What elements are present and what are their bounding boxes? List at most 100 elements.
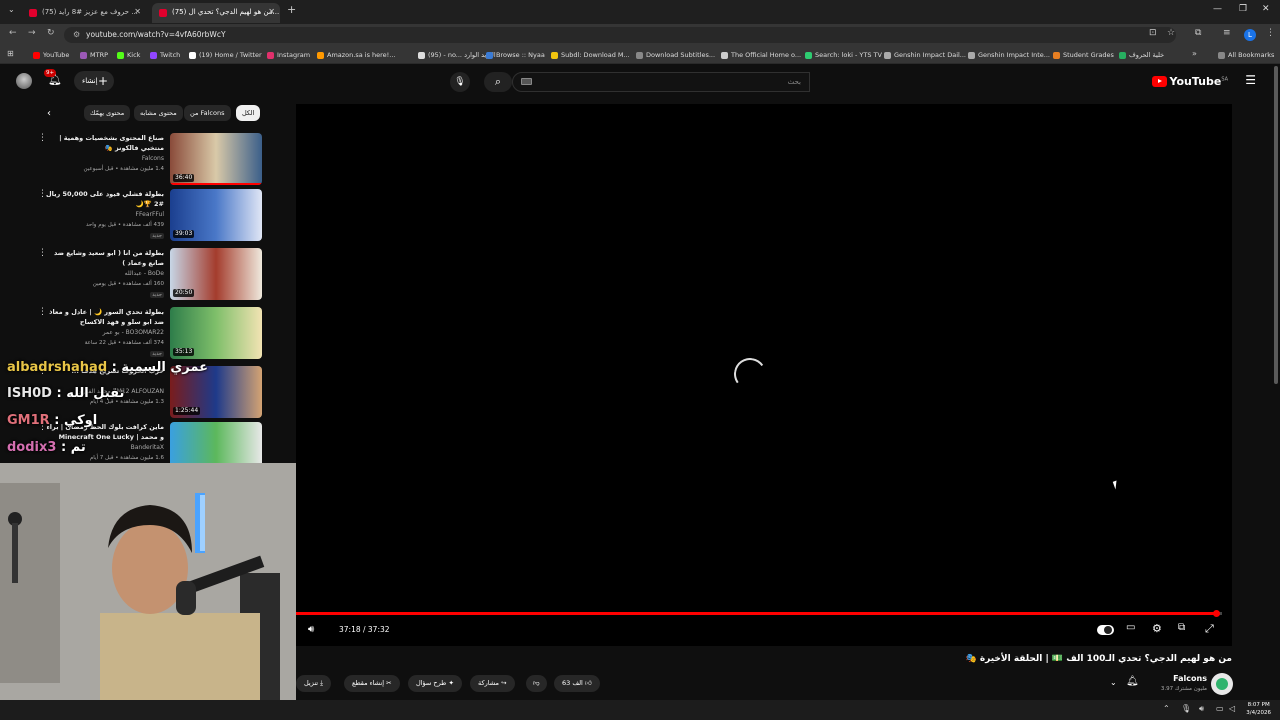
bookmark-item[interactable]: Student Grades (1053, 49, 1114, 61)
bookmark-item[interactable]: Browse :: Nyaa (486, 49, 545, 61)
bookmark-item[interactable]: Instagram (267, 49, 310, 61)
progress-bar[interactable] (296, 610, 1222, 617)
search-input[interactable]: بحث (512, 72, 810, 92)
apps-icon[interactable]: ⊞ (7, 49, 14, 58)
notifications-button[interactable]: 🔔︎ 9+ (44, 69, 62, 86)
maximize-icon[interactable]: ❐ (1239, 4, 1247, 14)
subtitles-icon[interactable]: ▭ (1126, 622, 1135, 633)
chip-related[interactable]: محتوى مشابه (134, 105, 183, 121)
like-button[interactable]: 63 الف 👍︎ (554, 675, 600, 692)
close-tab-icon[interactable]: ✕ (268, 3, 275, 21)
forward-icon[interactable]: → (28, 28, 36, 38)
volume-icon[interactable]: 🔊︎ (308, 624, 314, 635)
bookmark-item[interactable]: Amazon.sa is here!... (317, 49, 395, 61)
back-icon[interactable]: ← (9, 28, 17, 38)
minimize-icon[interactable]: — (1213, 4, 1222, 14)
autoplay-toggle[interactable] (1097, 625, 1114, 635)
more-bookmarks-icon[interactable]: » (1192, 49, 1197, 58)
fullscreen-icon[interactable]: ⤢ (1205, 622, 1214, 636)
bookmark-item[interactable]: The Official Home o... (721, 49, 801, 61)
close-window-icon[interactable]: ✕ (1262, 4, 1270, 14)
bookmark-item[interactable]: Search: loki - YTS TV (805, 49, 882, 61)
chip-all[interactable]: الكل (236, 105, 261, 121)
channel-name[interactable]: BoDe - عبدالله (125, 270, 164, 277)
ask-button[interactable]: طرح سؤال ✦ (408, 675, 462, 692)
channel-name[interactable]: FFearFFul (136, 211, 164, 218)
bookmark-item[interactable]: (19) Home / Twitter (189, 49, 262, 61)
bookmark-item[interactable]: Download Subtitles... (636, 49, 715, 61)
url-input[interactable]: ⚙ youtube.com/watch?v=4vfA60rbWcY (64, 27, 1176, 43)
settings-gear-icon[interactable]: ⚙ (1152, 622, 1162, 635)
keyboard-icon[interactable] (521, 78, 532, 85)
video-title[interactable]: بطولة من انا ( ابو سعيد وشايع ضد صانع وع… (42, 248, 164, 268)
bookmark-item[interactable]: خلية الحروف (1119, 49, 1164, 61)
video-title[interactable]: بطولة فشلي فيود على 50,000 ريال #2 🏆🌙 (42, 189, 164, 209)
microphone-icon: 🎙 (454, 77, 466, 87)
bookmark-label: Subdl: Download M... (561, 51, 630, 59)
bookmark-star-icon[interactable]: ☆ (1167, 28, 1175, 38)
bookmark-item[interactable]: Genshin Impact Dail... (884, 49, 966, 61)
chip-recommended[interactable]: محتوى يهمّك (84, 105, 131, 121)
tray-chevron-icon[interactable]: ⌃ (1163, 704, 1170, 713)
download-button[interactable]: تنزيل ⤓ (296, 675, 332, 692)
voice-search-button[interactable]: 🎙 (450, 72, 470, 92)
browser-menu-icon[interactable]: ⋮ (1266, 28, 1275, 38)
install-app-icon[interactable]: ⊡ (1149, 28, 1157, 38)
profile-avatar[interactable]: L (1244, 29, 1256, 41)
video-title[interactable]: صناع المحتوى بشخصيات وهمية | منتخبي فالك… (42, 133, 164, 153)
video-thumbnail[interactable]: 35:13 (170, 307, 262, 359)
extensions-icon[interactable]: ⧉ (1195, 28, 1201, 38)
subscription-bell-icon[interactable]: 🔔︎ (1126, 676, 1139, 687)
browser-tab[interactable]: (75) حروف مع عزيز #8 رايد ... ✕ (22, 3, 146, 23)
related-video-item[interactable]: 20:50 ⋮ بطولة من انا ( ابو سعيد وشايع ضد ص… (6, 248, 262, 304)
clip-button[interactable]: إنشاء مقطع ✂ (344, 675, 400, 692)
bookmark-item[interactable]: Subdl: Download M... (551, 49, 630, 61)
tray-speaker-icon[interactable]: ◁ (1229, 704, 1235, 713)
new-badge: جديد (150, 292, 164, 298)
search-button[interactable]: ⌕ (484, 72, 512, 92)
media-controls-icon[interactable]: ≡ (1223, 28, 1231, 38)
related-video-item[interactable]: 39:03 ⋮ بطولة فشلي فيود على 50,000 ريال #2… (6, 189, 262, 245)
bookmark-item[interactable]: Genshin Impact Inte... (968, 49, 1050, 61)
dislike-button[interactable]: 👎︎ (526, 675, 547, 692)
miniplayer-icon[interactable]: ⧉ (1178, 622, 1185, 633)
taskbar-clock[interactable]: 8:07 PM 3/4/2026 (1246, 701, 1271, 717)
youtube-logo[interactable]: YouTubeSA (1151, 75, 1228, 88)
account-avatar[interactable] (16, 73, 32, 89)
create-button[interactable]: إنشاء + (74, 71, 114, 91)
close-tab-icon[interactable]: ✕ (134, 3, 141, 21)
related-video-item[interactable]: 35:13 ⋮ بطولة تحدي السور 🌙 | عادل و معاذ ض… (6, 307, 262, 363)
guide-menu-icon[interactable]: ☰ (1245, 73, 1256, 87)
bookmark-item[interactable]: MTRP (80, 49, 108, 61)
video-thumbnail[interactable]: 36:40 (170, 133, 262, 185)
bookmark-label: The Official Home o... (731, 51, 802, 59)
chip-from-falcons[interactable]: من Falcons (184, 105, 231, 121)
share-button[interactable]: مشاركة ↪ (470, 675, 515, 692)
bookmark-item[interactable]: Twitch (150, 49, 180, 61)
tray-volume-icon[interactable]: 🔊︎ (1199, 704, 1204, 714)
bookmark-item[interactable]: (95) - no... البريد الوارد (418, 49, 496, 61)
channel-name[interactable]: BO3OMAR22 - بو عمر (103, 329, 164, 336)
browser-tab-active[interactable]: (75) من هو لهيم الدجي؟ تحدي ال... ✕ (152, 3, 280, 23)
channel-name[interactable]: Falcons (1173, 674, 1207, 683)
page-scrollbar[interactable] (1274, 66, 1278, 384)
reload-icon[interactable]: ↻ (47, 28, 55, 38)
tray-mic-icon[interactable]: 🎙 (1181, 704, 1191, 713)
video-thumbnail[interactable]: 20:50 (170, 248, 262, 300)
channel-avatar[interactable] (1211, 673, 1233, 695)
video-thumbnail[interactable]: 39:03 (170, 189, 262, 241)
channel-name[interactable]: BanderitaX (131, 444, 164, 451)
video-title[interactable]: بطولة تحدي السور 🌙 | عادل و معاذ ضد ابو … (42, 307, 164, 327)
related-video-item[interactable]: 36:40 ⋮ صناع المحتوى بشخصيات وهمية | منتخب… (6, 133, 262, 189)
bookmark-label: Amazon.sa is here!... (327, 51, 396, 59)
site-info-icon[interactable]: ⚙ (73, 27, 80, 43)
new-tab-button[interactable]: + (287, 3, 296, 16)
bookmark-item[interactable]: Kick (117, 49, 140, 61)
tab-search-icon[interactable]: ⌄ (8, 5, 15, 14)
chevron-down-icon[interactable]: ⌄ (1110, 678, 1117, 687)
chips-left-arrow-icon[interactable]: ‹ (47, 108, 51, 119)
tray-network-icon[interactable]: ▭ (1216, 704, 1224, 713)
all-bookmarks[interactable]: All Bookmarks (1218, 49, 1274, 61)
channel-name[interactable]: Falcons (142, 155, 164, 162)
bookmark-item[interactable]: YouTube (33, 49, 69, 61)
